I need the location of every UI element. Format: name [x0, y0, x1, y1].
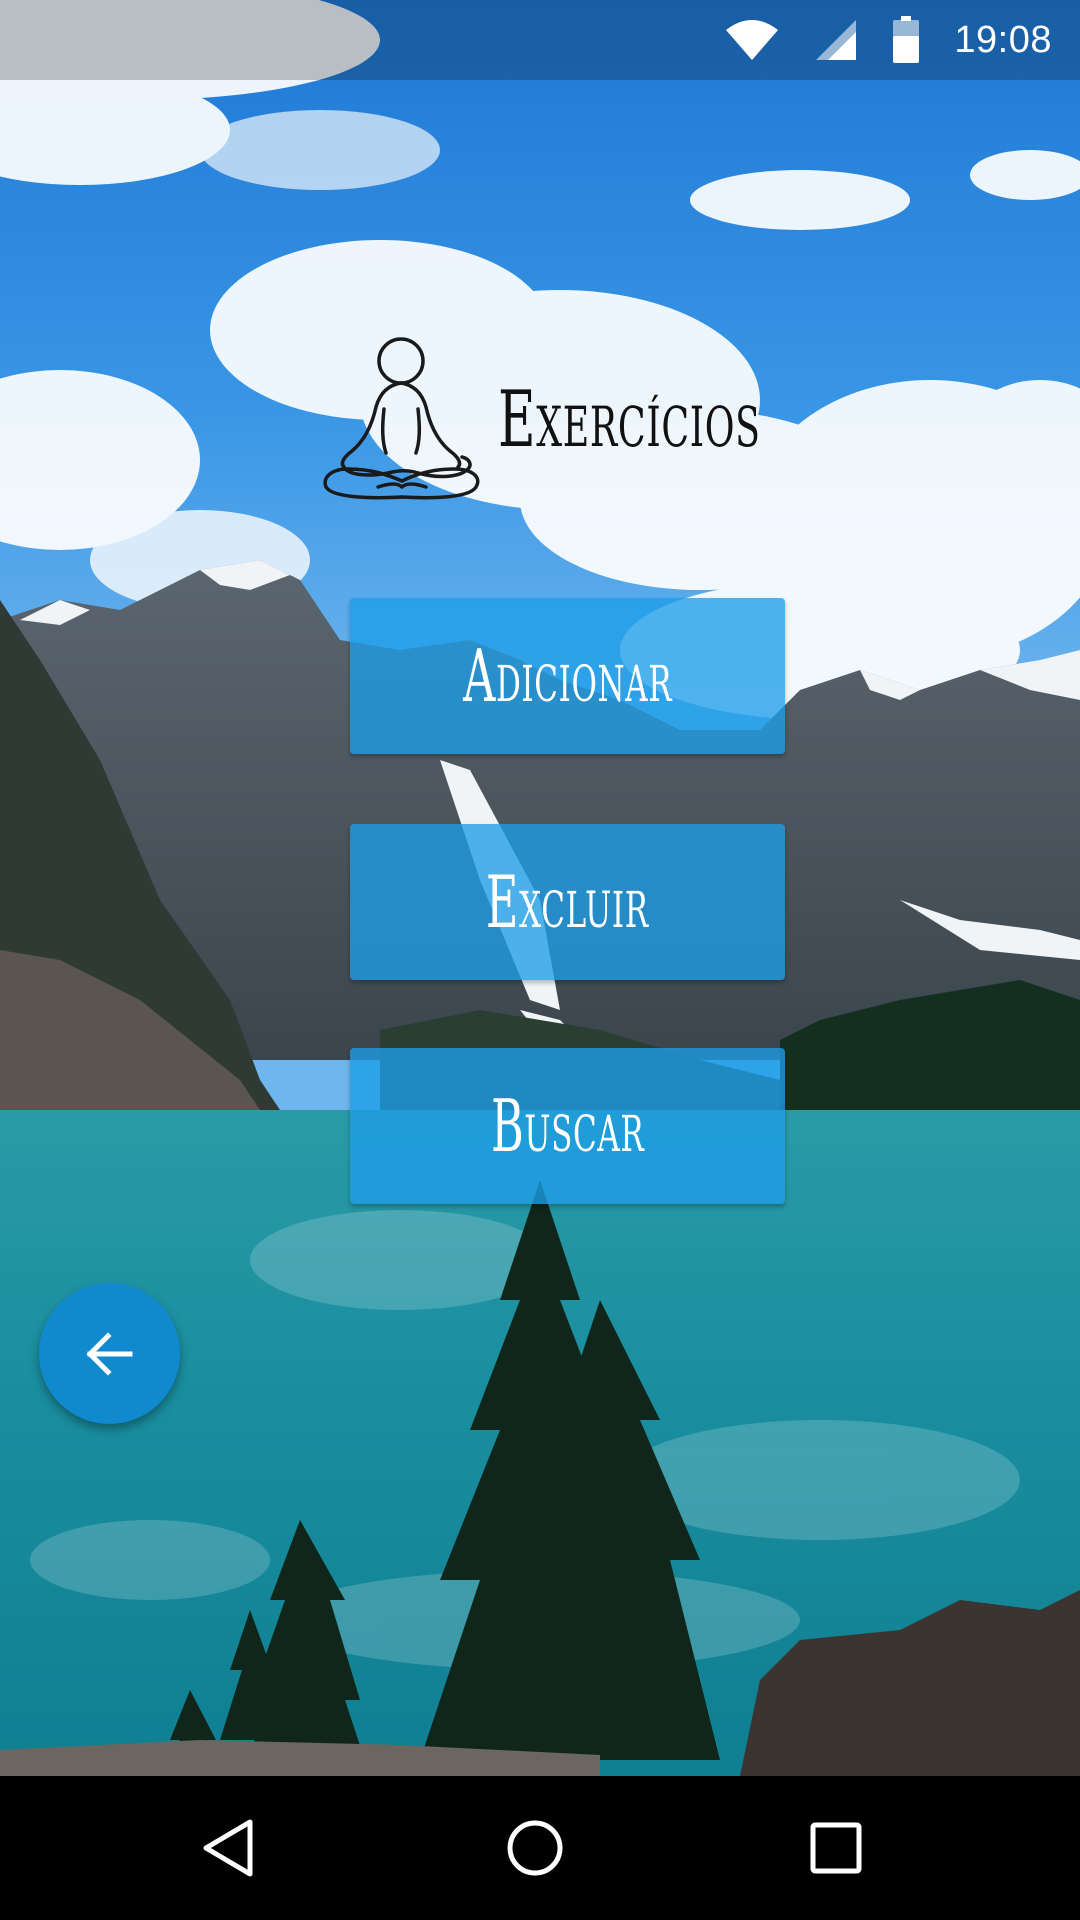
meditation-icon [323, 337, 480, 500]
nav-back-icon [203, 1819, 253, 1877]
search-button-label: Buscar [490, 1084, 645, 1168]
add-button-label: Adicionar [462, 634, 673, 718]
navigation-bar [0, 1776, 1080, 1920]
nav-recents-icon [810, 1822, 862, 1874]
page-header: Exercícios [318, 330, 896, 510]
arrow-back-icon [85, 1331, 132, 1376]
add-button[interactable]: Adicionar [350, 598, 785, 754]
search-button[interactable]: Buscar [350, 1048, 785, 1204]
delete-button-label: Excluir [486, 860, 649, 944]
nav-back-button[interactable] [178, 1798, 278, 1898]
back-fab-button[interactable] [39, 1283, 180, 1424]
nav-home-button[interactable] [485, 1798, 585, 1898]
nav-home-icon [507, 1820, 563, 1876]
app-screen: 19:08 Exercícios Adicionar Excluir Busca… [0, 0, 1080, 1920]
nav-recents-button[interactable] [786, 1798, 886, 1898]
status-bar: 19:08 [0, 0, 1080, 80]
status-icons: 19:08 [724, 0, 1052, 80]
wifi-icon [726, 20, 779, 60]
delete-button[interactable]: Excluir [350, 824, 785, 980]
battery-icon [893, 16, 920, 63]
page-title: Exercícios [498, 375, 761, 465]
signal-icon [816, 20, 857, 60]
status-time: 19:08 [954, 18, 1052, 61]
